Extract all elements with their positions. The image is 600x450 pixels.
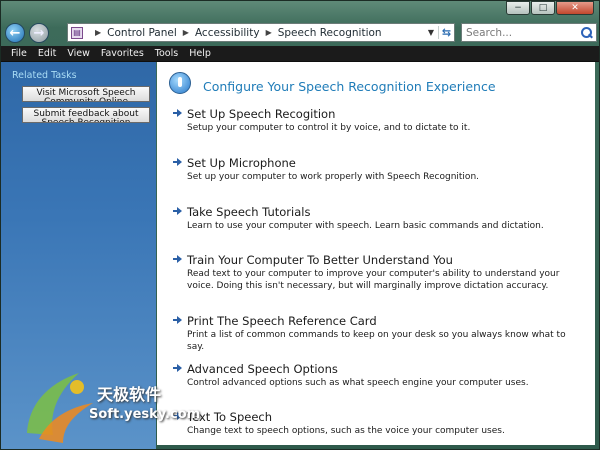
main-panel: Configure Your Speech Recognition Experi… [157,62,595,445]
task-description: Change text to speech options, such as t… [187,426,505,436]
close-button[interactable]: ✕ [556,1,594,15]
task-description: Learn to use your computer with speech. … [187,221,544,231]
back-button[interactable]: ← [5,23,25,43]
yesky-logo-icon [27,373,93,443]
task-description: Print a list of common commands to keep … [187,330,566,352]
arrow-right-icon [173,254,183,264]
task-train-computer[interactable]: Train Your Computer To Better Understand… [173,253,583,292]
breadcrumb-control-panel[interactable]: Control Panel [107,27,177,39]
watermark-name: 天极软件 [97,385,162,404]
menu-edit[interactable]: Edit [38,48,56,59]
minimize-button[interactable]: − [506,1,530,15]
chevron-right-icon: ▶ [95,28,102,37]
related-tasks-heading: Related Tasks [12,70,77,81]
search-input[interactable]: Search... [466,27,512,39]
search-icon[interactable] [581,26,593,39]
chevron-down-icon[interactable]: ▼ [428,28,434,37]
task-description: Setup your computer to control it by voi… [187,123,471,133]
control-panel-icon: ▤ [71,26,83,39]
menu-tools[interactable]: Tools [155,48,178,59]
task-take-speech-tutorials[interactable]: Take Speech Tutorials Learn to use your … [173,205,583,232]
menu-file[interactable]: File [11,48,27,59]
task-title[interactable]: Set Up Speech Recogition [187,107,583,121]
task-advanced-speech-options[interactable]: Advanced Speech Options Control advanced… [173,362,583,389]
menu-bar: File Edit View Favorites Tools Help [1,46,599,61]
maximize-button[interactable]: □ [531,1,555,15]
arrow-right-icon [173,108,183,118]
task-print-reference-card[interactable]: Print The Speech Reference Card Print a … [173,314,583,353]
task-title[interactable]: Train Your Computer To Better Understand… [187,253,583,267]
task-title[interactable]: Text To Speech [187,410,583,424]
task-set-up-microphone[interactable]: Set Up Microphone Set up your computer t… [173,156,583,183]
search-box[interactable]: Search... [461,23,597,42]
yesky-watermark-logo: 天极软件 Soft.yesky.com [19,363,209,445]
refresh-icon[interactable]: ⇆ [438,26,454,39]
breadcrumb-accessibility[interactable]: Accessibility [195,27,260,39]
task-text-to-speech[interactable]: Text To Speech Change text to speech opt… [173,410,583,437]
visit-speech-community-button[interactable]: Visit Microsoft Speech Community Online [22,86,150,102]
caption-buttons: − □ ✕ [505,1,594,15]
menu-help[interactable]: Help [189,48,211,59]
arrow-right-icon [173,315,183,325]
task-title[interactable]: Print The Speech Reference Card [187,314,583,328]
page-title: Configure Your Speech Recognition Experi… [203,79,496,94]
breadcrumb-speech-recognition[interactable]: Speech Recognition [278,27,382,39]
submit-feedback-button[interactable]: Submit feedback about Speech Recognition [22,107,150,123]
explorer-window: − □ ✕ ← → ▤ ▶ Control Panel ▶ Accessibil… [0,0,600,450]
chevron-right-icon: ▶ [182,28,189,37]
arrow-right-icon [173,206,183,216]
task-description: Control advanced options such as what sp… [187,378,529,388]
task-description: Read text to your computer to improve yo… [187,269,560,291]
task-title[interactable]: Advanced Speech Options [187,362,583,376]
arrow-right-icon [173,157,183,167]
menu-view[interactable]: View [67,48,90,59]
task-description: Set up your computer to work properly wi… [187,172,480,182]
task-title[interactable]: Take Speech Tutorials [187,205,583,219]
speech-info-icon [169,72,191,94]
address-bar[interactable]: ▤ ▶ Control Panel ▶ Accessibility ▶ Spee… [67,23,455,42]
forward-button[interactable]: → [29,23,49,43]
navigation-bar: ← → ▤ ▶ Control Panel ▶ Accessibility ▶ … [5,21,597,45]
task-title[interactable]: Set Up Microphone [187,156,583,170]
watermark-url: Soft.yesky.com [89,407,201,422]
menu-favorites[interactable]: Favorites [101,48,144,59]
task-set-up-speech-recognition[interactable]: Set Up Speech Recogition Setup your comp… [173,107,583,134]
chevron-right-icon: ▶ [265,28,272,37]
